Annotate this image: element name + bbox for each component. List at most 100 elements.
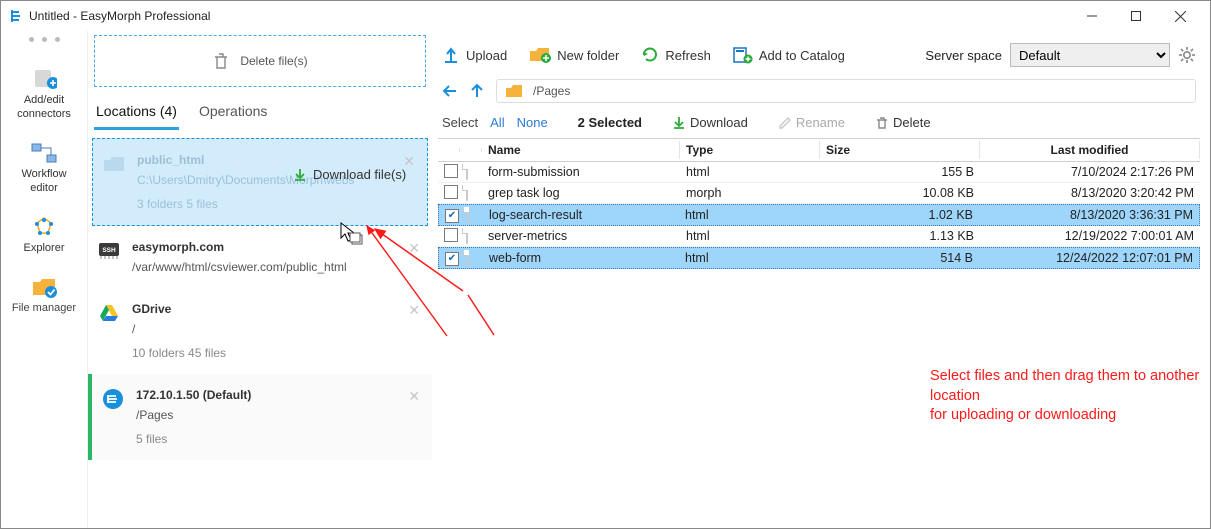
svg-text:SSH: SSH [102,247,116,254]
location-close-button[interactable]: ✕ [408,240,420,257]
file-type: html [680,228,820,244]
location-item-easymorph[interactable]: SSH easymorph.com /var/www/html/csviewer… [88,226,432,288]
breadcrumb-bar: /Pages [438,77,1200,113]
location-name: public_html [137,153,415,167]
window-maximize-button[interactable] [1114,1,1158,31]
nav-label: Add/edit [24,94,64,106]
location-counts: 5 files [136,432,420,446]
nav-up-button[interactable] [470,83,484,99]
file-toolbar: Upload New folder Refresh Add to Catalog… [438,37,1200,77]
select-label: Select [442,115,478,130]
table-row[interactable]: form-submissionhtml155 B7/10/2024 2:17:2… [438,162,1200,183]
file-name: web-form [483,250,679,266]
download-button[interactable]: Download [672,115,748,130]
file-icon [467,250,469,266]
location-item-server[interactable]: 172.10.1.50 (Default) /Pages 5 files ✕ [88,374,432,460]
connectors-icon [31,66,57,92]
upload-icon [442,46,460,64]
col-type[interactable]: Type [680,141,820,159]
file-icon [466,228,468,244]
pencil-icon [778,116,792,130]
location-item-gdrive[interactable]: GDrive / 10 folders 45 files ✕ [88,288,432,374]
nav-explorer[interactable]: Explorer [1,204,87,264]
add-to-catalog-button[interactable]: Add to Catalog [733,46,845,64]
gdrive-icon [98,302,120,324]
location-name: 172.10.1.50 (Default) [136,388,420,402]
file-size: 1.02 KB [819,207,979,223]
row-checkbox[interactable] [444,164,458,178]
file-modified: 8/13/2020 3:36:31 PM [979,207,1199,223]
delete-button[interactable]: Delete [875,115,931,130]
window-close-button[interactable] [1158,1,1202,31]
file-size: 514 B [819,250,979,266]
location-close-button[interactable]: ✕ [408,302,420,319]
file-name: log-search-result [483,207,679,223]
locations-panel: Delete file(s) Locations (4) Operations … [88,31,432,528]
delete-dropzone[interactable]: Delete file(s) [94,35,426,87]
location-close-button[interactable]: ✕ [408,388,420,405]
location-name: GDrive [132,302,420,316]
nav-label: File manager [12,302,76,314]
overflow-dots[interactable] [29,37,60,42]
file-table: Name Type Size Last modified form-submis… [438,138,1200,269]
folder-icon [103,153,125,175]
col-modified[interactable]: Last modified [980,141,1200,159]
file-modified: 12/24/2022 12:07:01 PM [979,250,1199,266]
location-item-public-html[interactable]: public_html C:\Users\Dmitry\Documents\Mo… [92,138,428,226]
server-space-label: Server space [925,48,1002,63]
nav-file-manager[interactable]: File manager [1,264,87,324]
delete-dropzone-label: Delete file(s) [240,54,307,68]
rename-button[interactable]: Rename [778,115,845,130]
location-close-button[interactable]: ✕ [403,153,415,170]
settings-button[interactable] [1178,46,1196,64]
file-modified: 7/10/2024 2:17:26 PM [980,164,1200,180]
table-row[interactable]: ✔ log-search-resulthtml1.02 KB8/13/2020 3… [438,204,1200,226]
nav-connectors[interactable]: Add/edit connectors [1,56,87,130]
folder-icon [505,84,523,98]
row-checkbox[interactable] [444,185,458,199]
upload-button[interactable]: Upload [442,46,507,64]
select-none-link[interactable]: None [517,115,548,130]
server-space-select[interactable]: Default [1010,43,1170,67]
file-manager-icon [31,274,57,300]
table-row[interactable]: server-metricshtml1.13 KB12/19/2022 7:00… [438,226,1200,247]
window-minimize-button[interactable] [1070,1,1114,31]
file-modified: 8/13/2020 3:20:42 PM [980,185,1200,201]
download-arrow-icon [293,168,307,182]
table-header: Name Type Size Last modified [438,139,1200,162]
nav-workflow-editor[interactable]: Workflow editor [1,130,87,204]
workflow-icon [31,140,57,166]
ssh-icon: SSH [98,240,120,262]
table-row[interactable]: grep task logmorph10.08 KB8/13/2020 3:20… [438,183,1200,204]
explorer-icon [31,214,57,240]
file-name: server-metrics [482,228,680,244]
new-folder-icon [529,46,551,64]
file-size: 155 B [820,164,980,180]
file-type: html [680,164,820,180]
row-checkbox[interactable] [444,228,458,242]
file-type: html [679,250,819,266]
col-size[interactable]: Size [820,141,980,159]
row-checkbox[interactable]: ✔ [445,209,459,223]
tab-operations[interactable]: Operations [197,97,269,130]
file-type: html [679,207,819,223]
nav-back-button[interactable] [442,84,458,98]
new-folder-button[interactable]: New folder [529,46,619,64]
file-icon [466,185,468,201]
path-field[interactable]: /Pages [496,79,1196,103]
select-all-link[interactable]: All [490,115,504,130]
tab-locations[interactable]: Locations (4) [94,97,179,130]
table-row[interactable]: ✔ web-formhtml514 B12/24/2022 12:07:01 PM [438,247,1200,269]
row-checkbox[interactable]: ✔ [445,252,459,266]
location-path: / [132,322,420,336]
path-text: /Pages [533,84,570,98]
col-name[interactable]: Name [482,141,680,159]
refresh-icon [641,46,659,64]
title-bar: Untitled - EasyMorph Professional [1,1,1210,31]
refresh-button[interactable]: Refresh [641,46,711,64]
file-icon [467,207,469,223]
catalog-icon [733,46,753,64]
download-icon [672,116,686,130]
locations-tabs: Locations (4) Operations [88,97,432,130]
location-counts: 3 folders 5 files [137,197,415,211]
